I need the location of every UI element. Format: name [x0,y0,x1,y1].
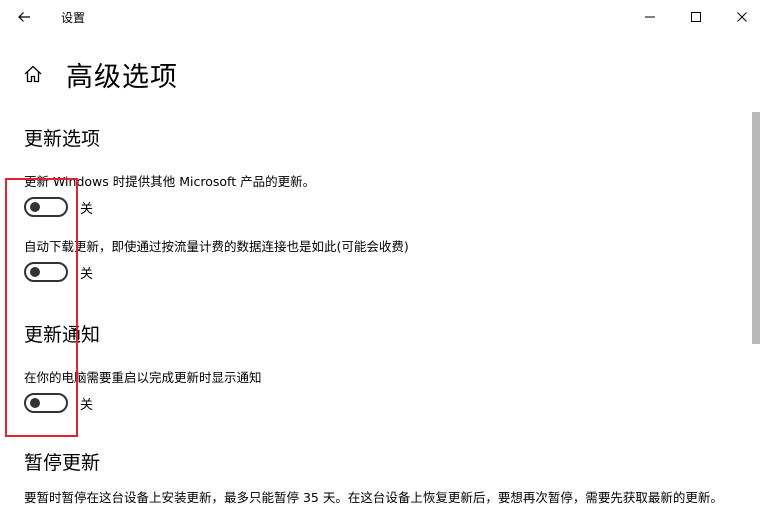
highlight-annotation [5,178,78,437]
maximize-button[interactable] [673,3,719,31]
update-options-heading: 更新选项 [24,128,101,150]
toggle-state-text: 关 [80,397,94,413]
settings-window: 设置 高级选项 更新选项 更新 Windows 时提供其他 Microsoft … [0,0,766,522]
close-button[interactable] [719,3,765,31]
metered-download-label: 自动下载更新，即使通过按流量计费的数据连接也是如此(可能会收费) [24,239,409,254]
window-title: 设置 [61,11,86,25]
title-bar: 设置 [0,0,766,34]
toggle-state-text: 关 [80,266,94,282]
minimize-button[interactable] [627,3,673,31]
close-icon [737,12,747,22]
scrollbar[interactable] [752,112,760,344]
toggle-state-text: 关 [80,201,94,217]
maximize-icon [691,12,701,22]
back-arrow-icon [18,12,30,22]
home-icon[interactable] [22,63,44,85]
pause-updates-heading: 暂停更新 [24,452,101,474]
back-button[interactable] [10,5,38,29]
pause-updates-description: 要暂时暂停在这台设备上安装更新，最多只能暂停 35 天。在这台设备上恢复更新后，… [24,490,723,505]
minimize-icon [645,16,655,18]
page-title: 高级选项 [66,62,178,93]
